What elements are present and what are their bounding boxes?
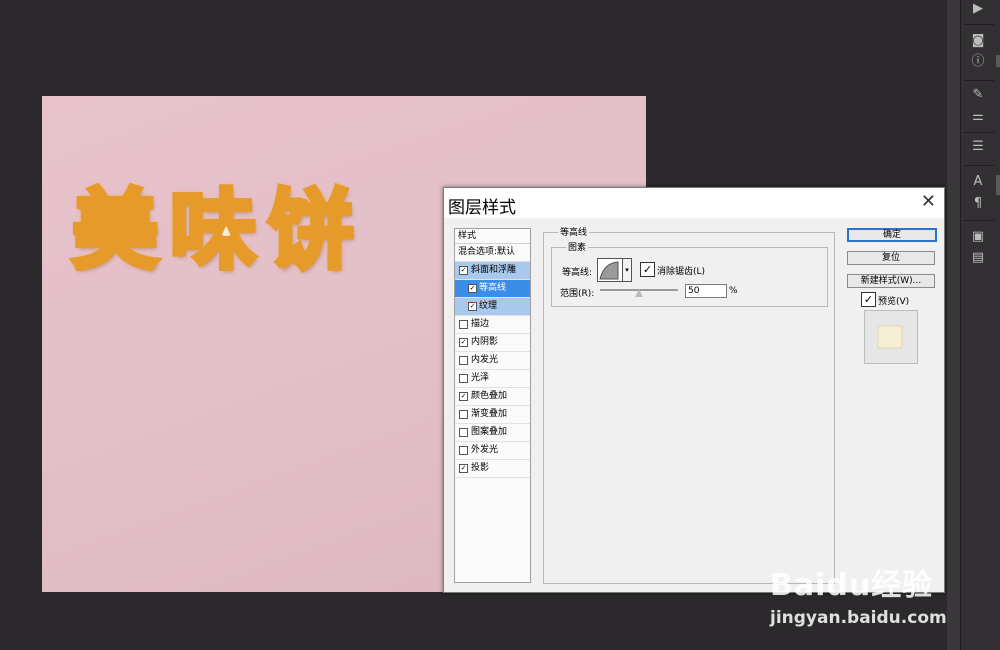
style-item-texture[interactable]: ✓ 纹理 bbox=[455, 298, 530, 316]
contour-curve-icon bbox=[599, 261, 619, 280]
style-item-drop-shadow[interactable]: ✓ 投影 bbox=[455, 460, 530, 478]
panel-dock-divider[interactable] bbox=[947, 0, 960, 650]
style-item-outer-glow[interactable]: 外发光 bbox=[455, 442, 530, 460]
contour-picker[interactable] bbox=[597, 258, 623, 282]
panel-divider bbox=[964, 165, 994, 166]
preview-checkbox[interactable]: ✓ bbox=[861, 292, 876, 307]
contour-group-title: 等高线 bbox=[558, 225, 590, 238]
layer-comp-icon[interactable]: ◙ bbox=[970, 34, 986, 48]
style-label: 内发光 bbox=[471, 355, 499, 365]
layer-style-dialog: 图层样式 ✕ 样式 混合选项:默认 ✓ 斜面和浮雕 ✓ 等高线 ✓ 纹理 描边 ✓ 内阴… bbox=[443, 187, 945, 593]
dialog-titlebar[interactable]: 图层样式 ✕ bbox=[444, 188, 944, 218]
preview-label: 预览(V) bbox=[878, 297, 910, 307]
style-item-bevel[interactable]: ✓ 斜面和浮雕 bbox=[455, 262, 530, 280]
style-checkbox[interactable]: ✓ bbox=[468, 302, 477, 311]
close-icon[interactable]: ✕ bbox=[921, 191, 936, 212]
range-input[interactable] bbox=[685, 284, 727, 298]
character-icon[interactable]: A bbox=[970, 175, 986, 189]
ok-button[interactable]: 确定 bbox=[847, 228, 937, 242]
paragraph-icon[interactable]: ¶ bbox=[970, 197, 986, 211]
panel-divider bbox=[964, 132, 994, 133]
panel-edge-mark bbox=[996, 175, 1000, 195]
styles-header: 样式 bbox=[455, 229, 530, 244]
panel-divider bbox=[964, 220, 994, 221]
style-checkbox[interactable] bbox=[459, 410, 468, 419]
style-label: 内阴影 bbox=[471, 337, 499, 347]
antialias-label: 消除锯齿(L) bbox=[657, 267, 706, 277]
style-checkbox[interactable] bbox=[459, 356, 468, 365]
style-preview-swatch bbox=[877, 325, 903, 349]
panel-divider bbox=[964, 80, 994, 81]
style-checkbox[interactable] bbox=[459, 320, 468, 329]
style-checkbox[interactable]: ✓ bbox=[459, 464, 468, 473]
style-item-inner-shadow[interactable]: ✓ 内阴影 bbox=[455, 334, 530, 352]
info-icon[interactable]: ⓘ bbox=[970, 55, 986, 69]
style-item-satin[interactable]: 光泽 bbox=[455, 370, 530, 388]
brush-icon[interactable]: ✎ bbox=[970, 88, 986, 102]
style-label: 投影 bbox=[471, 463, 490, 473]
styles-list: 样式 混合选项:默认 ✓ 斜面和浮雕 ✓ 等高线 ✓ 纹理 描边 ✓ 内阴影 内发光 光… bbox=[454, 228, 531, 583]
watermark-url: jingyan.baidu.com bbox=[770, 608, 947, 628]
style-checkbox[interactable] bbox=[459, 374, 468, 383]
artwork-text: 美味饼 bbox=[70, 179, 366, 284]
align-icon[interactable]: ☰ bbox=[970, 140, 986, 154]
style-item-pattern-overlay[interactable]: 图案叠加 bbox=[455, 424, 530, 442]
style-item-inner-glow[interactable]: 内发光 bbox=[455, 352, 530, 370]
style-label: 光泽 bbox=[471, 373, 490, 383]
style-label: 外发光 bbox=[471, 445, 499, 455]
style-checkbox[interactable]: ✓ bbox=[459, 266, 468, 275]
style-label: 渐变叠加 bbox=[471, 409, 508, 419]
panel-divider bbox=[964, 24, 994, 25]
style-checkbox[interactable]: ✓ bbox=[468, 284, 477, 293]
play-icon[interactable]: ▶ bbox=[970, 2, 986, 16]
baidu-watermark: Baidu经验 jingyan.baidu.com bbox=[770, 560, 947, 628]
blend-options-item[interactable]: 混合选项:默认 bbox=[455, 244, 530, 262]
watermark-brand: Baidu经验 bbox=[770, 568, 934, 603]
style-item-gradient-overlay[interactable]: 渐变叠加 bbox=[455, 406, 530, 424]
style-item-stroke[interactable]: 描边 bbox=[455, 316, 530, 334]
notes-icon[interactable]: ▤ bbox=[970, 251, 986, 265]
adjust-icon[interactable]: ⚌ bbox=[970, 110, 986, 124]
dialog-title: 图层样式 bbox=[448, 198, 516, 218]
new-style-button[interactable]: 新建样式(W)... bbox=[847, 274, 935, 288]
elements-group-title: 图素 bbox=[566, 240, 589, 253]
style-preview-box bbox=[864, 310, 918, 364]
style-item-color-overlay[interactable]: ✓ 颜色叠加 bbox=[455, 388, 530, 406]
style-label: 描边 bbox=[471, 319, 490, 329]
style-label: 等高线 bbox=[479, 283, 507, 293]
style-item-contour[interactable]: ✓ 等高线 bbox=[455, 280, 530, 298]
range-label: 范围(R): bbox=[560, 289, 595, 299]
style-checkbox[interactable]: ✓ bbox=[459, 392, 468, 401]
blend-options-label: 混合选项:默认 bbox=[458, 247, 516, 257]
style-checkbox[interactable] bbox=[459, 446, 468, 455]
style-label: 图案叠加 bbox=[471, 427, 508, 437]
panel-edge-mark bbox=[996, 55, 1000, 67]
style-checkbox[interactable] bbox=[459, 428, 468, 437]
swatch-icon[interactable]: ▣ bbox=[970, 230, 986, 244]
contour-label: 等高线: bbox=[562, 268, 593, 278]
range-unit: % bbox=[729, 286, 738, 296]
style-label: 纹理 bbox=[479, 301, 498, 311]
reset-button[interactable]: 复位 bbox=[847, 251, 935, 265]
style-label: 颜色叠加 bbox=[471, 391, 508, 401]
style-label: 斜面和浮雕 bbox=[471, 265, 517, 275]
antialias-checkbox[interactable]: ✓ bbox=[640, 262, 655, 277]
range-slider-thumb[interactable] bbox=[635, 289, 643, 297]
style-checkbox[interactable]: ✓ bbox=[459, 338, 468, 347]
chevron-down-icon[interactable]: ▾ bbox=[622, 258, 632, 282]
